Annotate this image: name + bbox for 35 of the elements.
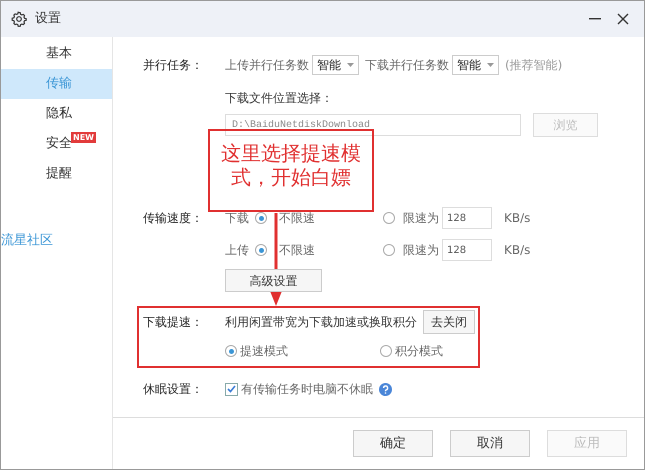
field-label: 并行任务： [143,57,204,74]
new-badge: NEW [71,132,96,143]
dropdown[interactable]: 智能 [452,55,499,75]
field-label: 上传并行任务数 [225,57,309,74]
dropdown[interactable]: 智能 [312,55,359,75]
option-label: 不限速 [279,242,316,259]
option-label: 限速为 [403,210,439,227]
limit-field[interactable]: 128 [442,207,492,229]
option-label: 提速模式 [240,343,289,360]
field-label: 下载文件位置选择： [225,90,333,107]
annotation-text: 这里选择提速模式，开始白嫖 [220,141,362,189]
description-text: 利用闲置带宽为下载加速或换取积分 [225,314,417,331]
sidebar-item[interactable]: 提醒 [1,159,112,189]
advanced-settings-button[interactable]: 高级设置 [225,269,322,292]
hint-text: (推荐智能) [505,57,562,74]
path-field[interactable]: D:\BaiduNetdiskDownload [225,114,521,136]
field-label: 上传 [225,242,249,259]
sidebar-item[interactable]: 基本 [1,39,112,69]
option-label: 不限速 [279,210,316,227]
dialog-button[interactable]: 取消 [450,430,530,457]
window-title: 设置 [35,10,61,28]
field-label: 下载 [225,210,249,227]
option-label: 限速为 [403,242,439,259]
field-label: 下载提速： [143,314,204,331]
dialog-button[interactable]: 确定 [353,430,433,457]
field-label: 传输速度： [143,210,204,227]
unit-label: KB/s [504,242,530,259]
sidebar-item[interactable]: 隐私 [1,99,112,129]
field-label: 休眠设置： [143,381,204,398]
unit-label: KB/s [504,210,530,227]
turn-off-button[interactable]: 去关闭 [423,310,475,334]
field-label: 下载并行任务数 [365,57,449,74]
limit-field[interactable]: 128 [442,239,492,261]
checkbox-label: 有传输任务时电脑不休眠 [241,381,373,398]
option-label: 积分模式 [395,343,443,360]
